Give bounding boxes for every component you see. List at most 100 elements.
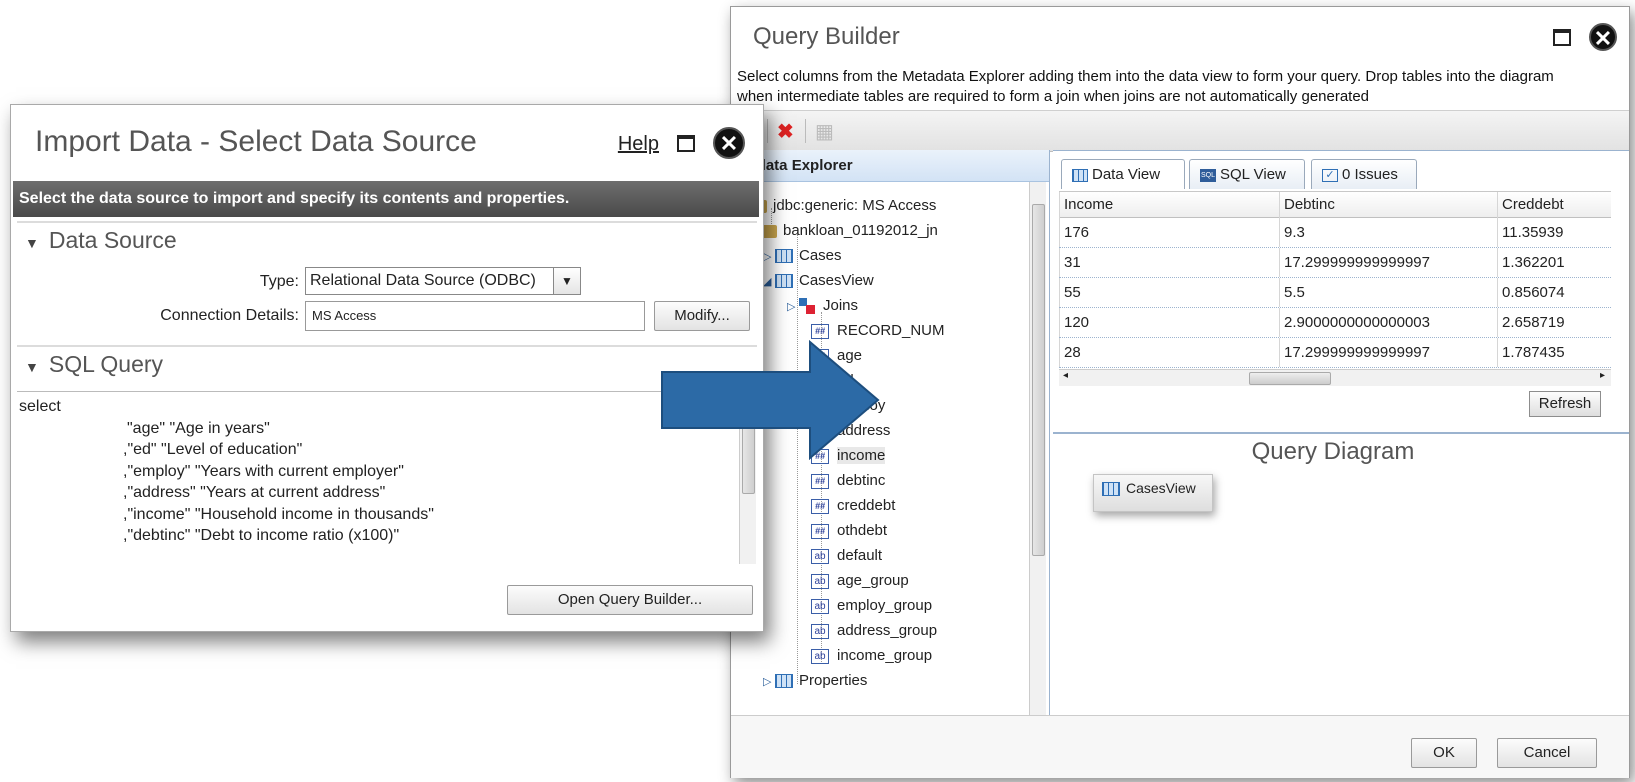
table-row[interactable]: 176 9.3 11.35939 <box>1059 218 1611 248</box>
column-header-income[interactable]: Income <box>1059 192 1279 221</box>
diagram-table-node[interactable]: CasesView <box>1093 474 1213 512</box>
cell: 5.5 <box>1279 278 1497 307</box>
table-row[interactable]: 28 17.299999999999997 1.787435 <box>1059 338 1611 368</box>
numeric-field-icon: ## <box>811 473 829 489</box>
type-label: Type: <box>259 273 299 290</box>
scroll-right-icon[interactable]: ▸ <box>1600 370 1605 381</box>
help-link[interactable]: Help <box>618 133 659 156</box>
tree-item-income-group[interactable]: ab income_group <box>811 644 932 668</box>
ok-button[interactable]: OK <box>1411 738 1477 768</box>
table-icon <box>775 274 793 289</box>
chevron-down-icon: ▼ <box>25 359 39 375</box>
column-header-debtinc[interactable]: Debtinc <box>1279 192 1497 221</box>
chevron-down-icon[interactable]: ▼ <box>553 268 580 294</box>
add-table-icon[interactable]: ▦ <box>815 119 834 144</box>
chevron-right-icon[interactable]: ▷ <box>787 295 799 319</box>
chevron-right-icon[interactable]: ▷ <box>763 245 775 269</box>
grid-header: Income Debtinc Creddebt <box>1059 192 1611 221</box>
chevron-right-icon[interactable]: ▷ <box>763 670 775 694</box>
query-diagram: Query Diagram CasesView <box>1053 432 1629 717</box>
refresh-button[interactable]: Refresh <box>1529 391 1601 417</box>
query-builder-window-controls: ✕ <box>1552 23 1617 51</box>
cell: 1.787435 <box>1497 338 1611 367</box>
issues-icon: ✓ <box>1322 168 1338 182</box>
tree-item-address-group[interactable]: ab address_group <box>811 619 937 643</box>
delete-icon[interactable]: ✖ <box>777 119 794 144</box>
string-field-icon: ab <box>811 598 829 614</box>
joins-icon <box>799 298 815 315</box>
tab-issues[interactable]: ✓ 0 Issues <box>1311 159 1417 189</box>
tree-item-employ-group[interactable]: ab employ_group <box>811 594 932 618</box>
arrow-right-icon <box>661 340 880 460</box>
tree-item-debtinc[interactable]: ## debtinc <box>811 469 885 493</box>
table-row[interactable]: 31 17.299999999999997 1.362201 <box>1059 248 1611 278</box>
dialog-footer: OK Cancel <box>731 715 1629 778</box>
query-builder-title: Query Builder <box>753 23 900 50</box>
open-query-builder-button[interactable]: Open Query Builder... <box>507 585 753 615</box>
toolbar: ↶ ✖ ▦ <box>731 110 1629 152</box>
tree-item-othdebt[interactable]: ## othdebt <box>811 519 887 543</box>
cell: 1.362201 <box>1497 248 1611 277</box>
grid-horizontal-scrollbar[interactable]: ◂ ▸ <box>1059 369 1611 386</box>
sql-line: ,"debtinc" "Debt to income ratio (x100)" <box>123 527 400 544</box>
data-grid: Income Debtinc Creddebt 176 9.3 11.35939… <box>1059 191 1611 368</box>
cell: 120 <box>1059 308 1279 337</box>
import-dialog-title: Import Data - Select Data Source <box>35 125 477 158</box>
close-icon[interactable]: ✕ <box>1589 23 1617 51</box>
modify-button[interactable]: Modify... <box>654 301 750 331</box>
query-diagram-title: Query Diagram <box>1251 438 1415 465</box>
cell: 55 <box>1059 278 1279 307</box>
data-source-section-header[interactable]: ▼ Data Source <box>25 227 177 254</box>
maximize-icon[interactable] <box>1552 28 1571 46</box>
chevron-down-icon[interactable]: ◢ <box>763 270 775 294</box>
sql-line: ,"income" "Household income in thousands… <box>123 506 434 523</box>
description-line-1: Select columns from the Metadata Explore… <box>737 68 1554 85</box>
sql-line: ,"ed" "Level of education" <box>123 441 303 458</box>
table-row[interactable]: 120 2.9000000000000003 2.658719 <box>1059 308 1611 338</box>
tree-item-casesview[interactable]: ◢ CasesView <box>763 269 874 293</box>
sql-icon: SQL <box>1200 168 1216 182</box>
tree-item-cases[interactable]: ▷ Cases <box>763 244 842 268</box>
scroll-left-icon[interactable]: ◂ <box>1063 370 1068 381</box>
import-data-dialog: Import Data - Select Data Source Help ✕ … <box>10 104 764 632</box>
column-header-creddebt[interactable]: Creddebt <box>1497 192 1611 221</box>
metadata-explorer-header: etadata Explorer <box>731 150 1049 182</box>
string-field-icon: ab <box>811 548 829 564</box>
numeric-field-icon: ## <box>811 498 829 514</box>
sql-query-editor[interactable]: select "age" "Age in years" ,"ed" "Level… <box>17 391 757 564</box>
cell: 31 <box>1059 248 1279 277</box>
instruction-banner: Select the data source to import and spe… <box>13 181 759 217</box>
tree-item-creddebt[interactable]: ## creddebt <box>811 494 895 518</box>
description-line-2: when intermediate tables are required to… <box>737 88 1370 105</box>
sql-query-section-header[interactable]: ▼ SQL Query <box>25 351 163 378</box>
maximize-icon[interactable] <box>676 134 695 152</box>
numeric-field-icon: ## <box>811 323 829 339</box>
string-field-icon: ab <box>811 573 829 589</box>
connection-details-label: Connection Details: <box>160 307 299 324</box>
sql-line: "age" "Age in years" <box>127 420 270 437</box>
query-builder-description: Select columns from the Metadata Explore… <box>737 67 1617 107</box>
table-row[interactable]: 55 5.5 0.856074 <box>1059 278 1611 308</box>
tree-item-age-group[interactable]: ab age_group <box>811 569 909 593</box>
string-field-icon: ab <box>811 623 829 639</box>
tree-item-datasource[interactable]: jdbc:generic: MS Access <box>737 194 936 218</box>
type-select[interactable]: Relational Data Source (ODBC) ▼ <box>305 267 581 295</box>
tree-item-properties[interactable]: ▷ Properties <box>763 669 867 693</box>
metadata-scroll-thumb[interactable] <box>1032 204 1045 556</box>
close-icon[interactable]: ✕ <box>713 127 745 159</box>
connection-details-field[interactable]: MS Access <box>305 301 645 331</box>
cell: 2.658719 <box>1497 308 1611 337</box>
tab-sql-view[interactable]: SQL SQL View <box>1189 159 1305 189</box>
tree-item-joins[interactable]: ▷ Joins <box>787 294 858 318</box>
cancel-button[interactable]: Cancel <box>1497 738 1597 768</box>
tree-item-default[interactable]: ab default <box>811 544 882 568</box>
tab-data-view[interactable]: Data View <box>1061 159 1185 189</box>
data-view-panel: Data View SQL SQL View ✓ 0 Issues Income D… <box>1053 150 1629 429</box>
numeric-field-icon: ## <box>811 523 829 539</box>
metadata-scrollbar[interactable] <box>1029 182 1046 715</box>
chevron-down-icon: ▼ <box>25 235 39 251</box>
grid-scroll-thumb[interactable] <box>1249 372 1331 385</box>
tree-item-database[interactable]: ◢bankloan_01192012_jn <box>737 219 938 243</box>
sql-line: ,"address" "Years at current address" <box>123 484 386 501</box>
cell: 2.9000000000000003 <box>1279 308 1497 337</box>
